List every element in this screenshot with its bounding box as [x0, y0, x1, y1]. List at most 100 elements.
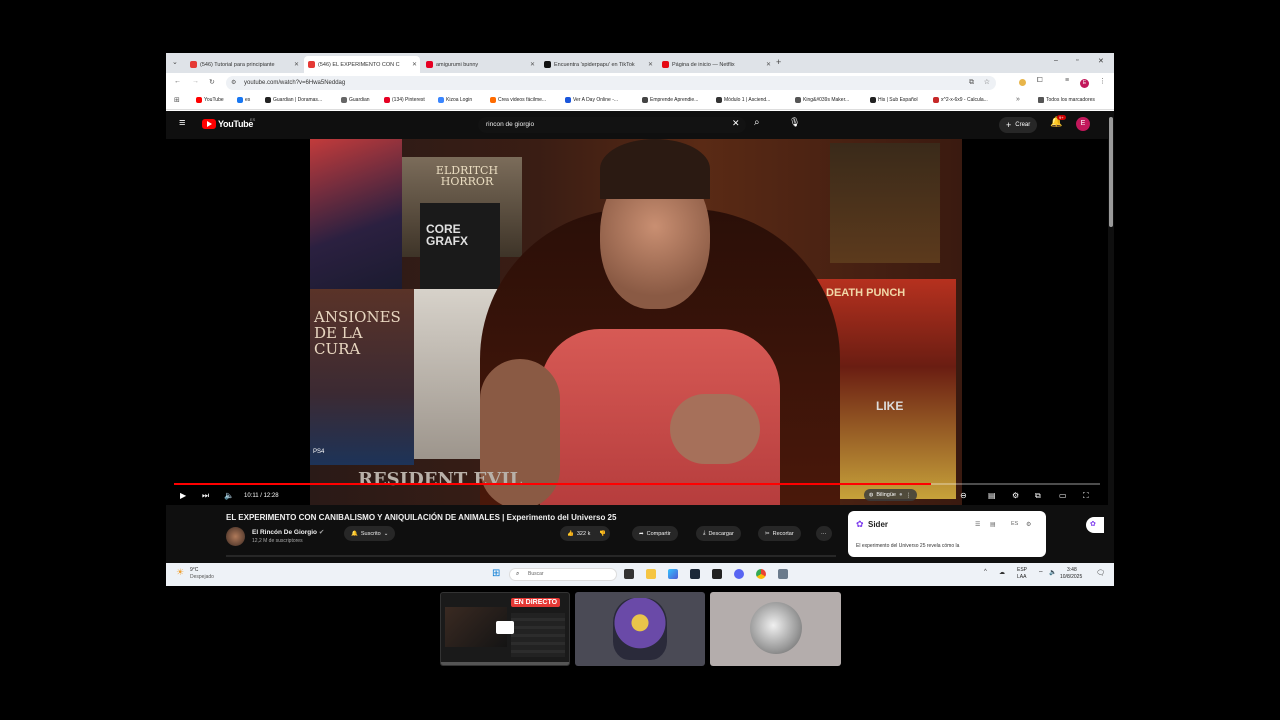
- browser-tab[interactable]: (546) Tutorial para principiante ✕: [186, 56, 302, 73]
- bookmark-item[interactable]: His | Sub Español: [870, 97, 918, 103]
- bookmark-item[interactable]: Guardian: [341, 97, 370, 103]
- site-info-icon[interactable]: ⚙: [231, 76, 236, 90]
- bookmark-item[interactable]: King&#039s Maker...: [795, 97, 849, 103]
- bookmark-item[interactable]: Ver A Day Online -...: [565, 97, 618, 103]
- bookmark-item[interactable]: YouTube: [196, 97, 224, 103]
- share-button[interactable]: ➦ Compartir: [632, 526, 678, 541]
- install-icon[interactable]: ⧉: [969, 76, 974, 90]
- close-window-icon[interactable]: ✕: [1098, 57, 1104, 65]
- volume-icon[interactable]: 🔈: [224, 491, 234, 500]
- task-view-icon[interactable]: [624, 569, 634, 579]
- apps-grid-icon[interactable]: ⊞: [174, 96, 180, 104]
- microphone-icon[interactable]: 🎙: [789, 117, 800, 128]
- settings-gear-icon[interactable]: ⚙: [1012, 491, 1019, 500]
- bookmark-item[interactable]: Guardian | Doramas...: [265, 97, 322, 103]
- extensions-puzzle-icon[interactable]: ⧠: [1037, 77, 1043, 85]
- more-bookmarks-icon[interactable]: »: [1016, 96, 1020, 103]
- taskbar-search-input[interactable]: ⌕ Buscar: [509, 568, 617, 581]
- bookmark-star-icon[interactable]: ☆: [984, 76, 990, 90]
- youtube-logo-text[interactable]: YouTube: [218, 119, 253, 129]
- participant-avatar-anime[interactable]: [575, 592, 705, 666]
- search-input[interactable]: rincon de giorgio: [478, 117, 746, 133]
- profile-avatar[interactable]: E: [1080, 79, 1089, 88]
- close-tab-icon[interactable]: ✕: [648, 61, 653, 68]
- progress-bar[interactable]: [174, 483, 1100, 485]
- bookmark-item[interactable]: Módulo 1 | Asciend...: [716, 97, 770, 103]
- participant-avatar-photo[interactable]: [710, 592, 841, 666]
- browser-tab[interactable]: Encuentra 'spiderpapu' en TikTok ✕: [540, 56, 656, 73]
- clock-date[interactable]: 10/8/2025: [1060, 574, 1082, 580]
- close-tab-icon[interactable]: ✕: [412, 61, 417, 68]
- bookmark-item[interactable]: es: [237, 97, 250, 103]
- channel-name[interactable]: El Rincón De Giorgio ✔: [252, 528, 324, 536]
- media-controls-icon[interactable]: ≡: [1065, 77, 1069, 84]
- hamburger-menu-icon[interactable]: ≡: [179, 117, 185, 129]
- panel-icon[interactable]: ▤: [990, 521, 996, 528]
- menu-kebab-icon[interactable]: ⋮: [1099, 77, 1106, 85]
- edge-icon[interactable]: [668, 569, 678, 579]
- extension-icon[interactable]: [1019, 79, 1026, 86]
- wifi-icon[interactable]: ⌔: [1038, 569, 1044, 577]
- like-button[interactable]: 👍 322 k 👎: [560, 526, 611, 541]
- miniplayer-icon[interactable]: ⧉: [1035, 491, 1041, 501]
- bookmark-item[interactable]: Crea videos fácilme...: [490, 97, 546, 103]
- video-player[interactable]: ELDRITCH HORROR CORE GRAFX ANSIONES DE L…: [166, 139, 1108, 505]
- windows-start-icon[interactable]: ⊞: [492, 568, 500, 579]
- more-actions-button[interactable]: ⋯: [816, 526, 832, 541]
- bookmark-item[interactable]: (134) Pinterest: [384, 97, 425, 103]
- speaker-icon[interactable]: 🔈: [1049, 569, 1056, 576]
- clip-button[interactable]: ✂ Recortar: [758, 526, 801, 541]
- bookmark-item[interactable]: Emprende Aprendie...: [642, 97, 698, 103]
- settings-app-icon[interactable]: [778, 569, 788, 579]
- close-tab-icon[interactable]: ✕: [530, 61, 535, 68]
- reload-icon[interactable]: ↻: [209, 78, 215, 86]
- tab-search-chevron-icon[interactable]: ⌄: [172, 58, 178, 66]
- capcut-icon[interactable]: [712, 569, 722, 579]
- subscribed-button[interactable]: 🔔 Suscrito ⌄: [344, 526, 396, 541]
- sider-settings-icon[interactable]: ⚙: [1026, 521, 1031, 528]
- close-tab-icon[interactable]: ✕: [766, 61, 771, 68]
- theater-mode-icon[interactable]: ▭: [1059, 491, 1067, 500]
- back-icon[interactable]: ←: [174, 78, 181, 85]
- audio-track-button[interactable]: ◍ Bilingüe ● ⋮: [864, 489, 917, 501]
- keyboard-layout[interactable]: LAA: [1017, 574, 1026, 580]
- minimize-icon[interactable]: –: [1054, 57, 1058, 64]
- autoplay-toggle-icon[interactable]: ⊖: [960, 491, 967, 500]
- address-bar[interactable]: ⚙ youtube.com/watch?v=6Hwa5Neddag ⧉ ☆: [226, 76, 996, 90]
- restore-icon[interactable]: ▫: [1076, 57, 1078, 64]
- file-explorer-icon[interactable]: [646, 569, 656, 579]
- steam-icon[interactable]: [690, 569, 700, 579]
- scrollbar-thumb[interactable]: [1109, 117, 1113, 227]
- clear-search-icon[interactable]: ✕: [732, 118, 740, 129]
- bookmark-item[interactable]: Kizoa Login: [438, 97, 472, 103]
- keyboard-language[interactable]: ESP: [1017, 567, 1027, 573]
- tray-chevron-icon[interactable]: ^: [984, 569, 987, 575]
- browser-tab[interactable]: amigurumi bunny ✕: [422, 56, 538, 73]
- create-button[interactable]: + Crear: [999, 117, 1038, 133]
- browser-tab[interactable]: (546) EL EXPERIMENTO CON C ✕: [304, 56, 420, 73]
- all-bookmarks-folder[interactable]: Todos los marcadores: [1038, 97, 1095, 103]
- network-icon[interactable]: ☁: [999, 569, 1005, 576]
- forward-icon[interactable]: →: [192, 78, 199, 85]
- channel-avatar[interactable]: [226, 527, 245, 546]
- account-avatar[interactable]: E: [1076, 117, 1090, 131]
- stream-preview-thumbnail[interactable]: EN DIRECTO: [440, 592, 570, 666]
- sider-language[interactable]: ES: [1011, 521, 1018, 527]
- close-tab-icon[interactable]: ✕: [294, 61, 299, 68]
- weather-icon[interactable]: ☀: [176, 567, 184, 578]
- discord-icon[interactable]: [734, 569, 744, 579]
- bookmark-item[interactable]: x^2-x-6x9 - Calcula...: [933, 97, 988, 103]
- new-tab-button[interactable]: +: [776, 57, 781, 67]
- play-icon[interactable]: ▶: [180, 491, 186, 500]
- next-icon[interactable]: ⏭: [202, 491, 209, 501]
- thumbs-down-icon[interactable]: 👎: [599, 531, 606, 537]
- browser-tab[interactable]: Página de inicio — Netflix ✕: [658, 56, 774, 73]
- download-button[interactable]: ⤓ Descargar: [696, 526, 741, 541]
- subtitles-icon[interactable]: ▤: [988, 491, 996, 500]
- sider-toggle-button[interactable]: ✿: [1086, 517, 1104, 533]
- chrome-icon[interactable]: [756, 569, 766, 579]
- youtube-logo-icon[interactable]: [202, 119, 216, 129]
- page-scrollbar[interactable]: [1108, 111, 1114, 563]
- notification-center-icon[interactable]: 🗨: [1096, 569, 1105, 577]
- clock-time[interactable]: 3:48: [1067, 567, 1077, 573]
